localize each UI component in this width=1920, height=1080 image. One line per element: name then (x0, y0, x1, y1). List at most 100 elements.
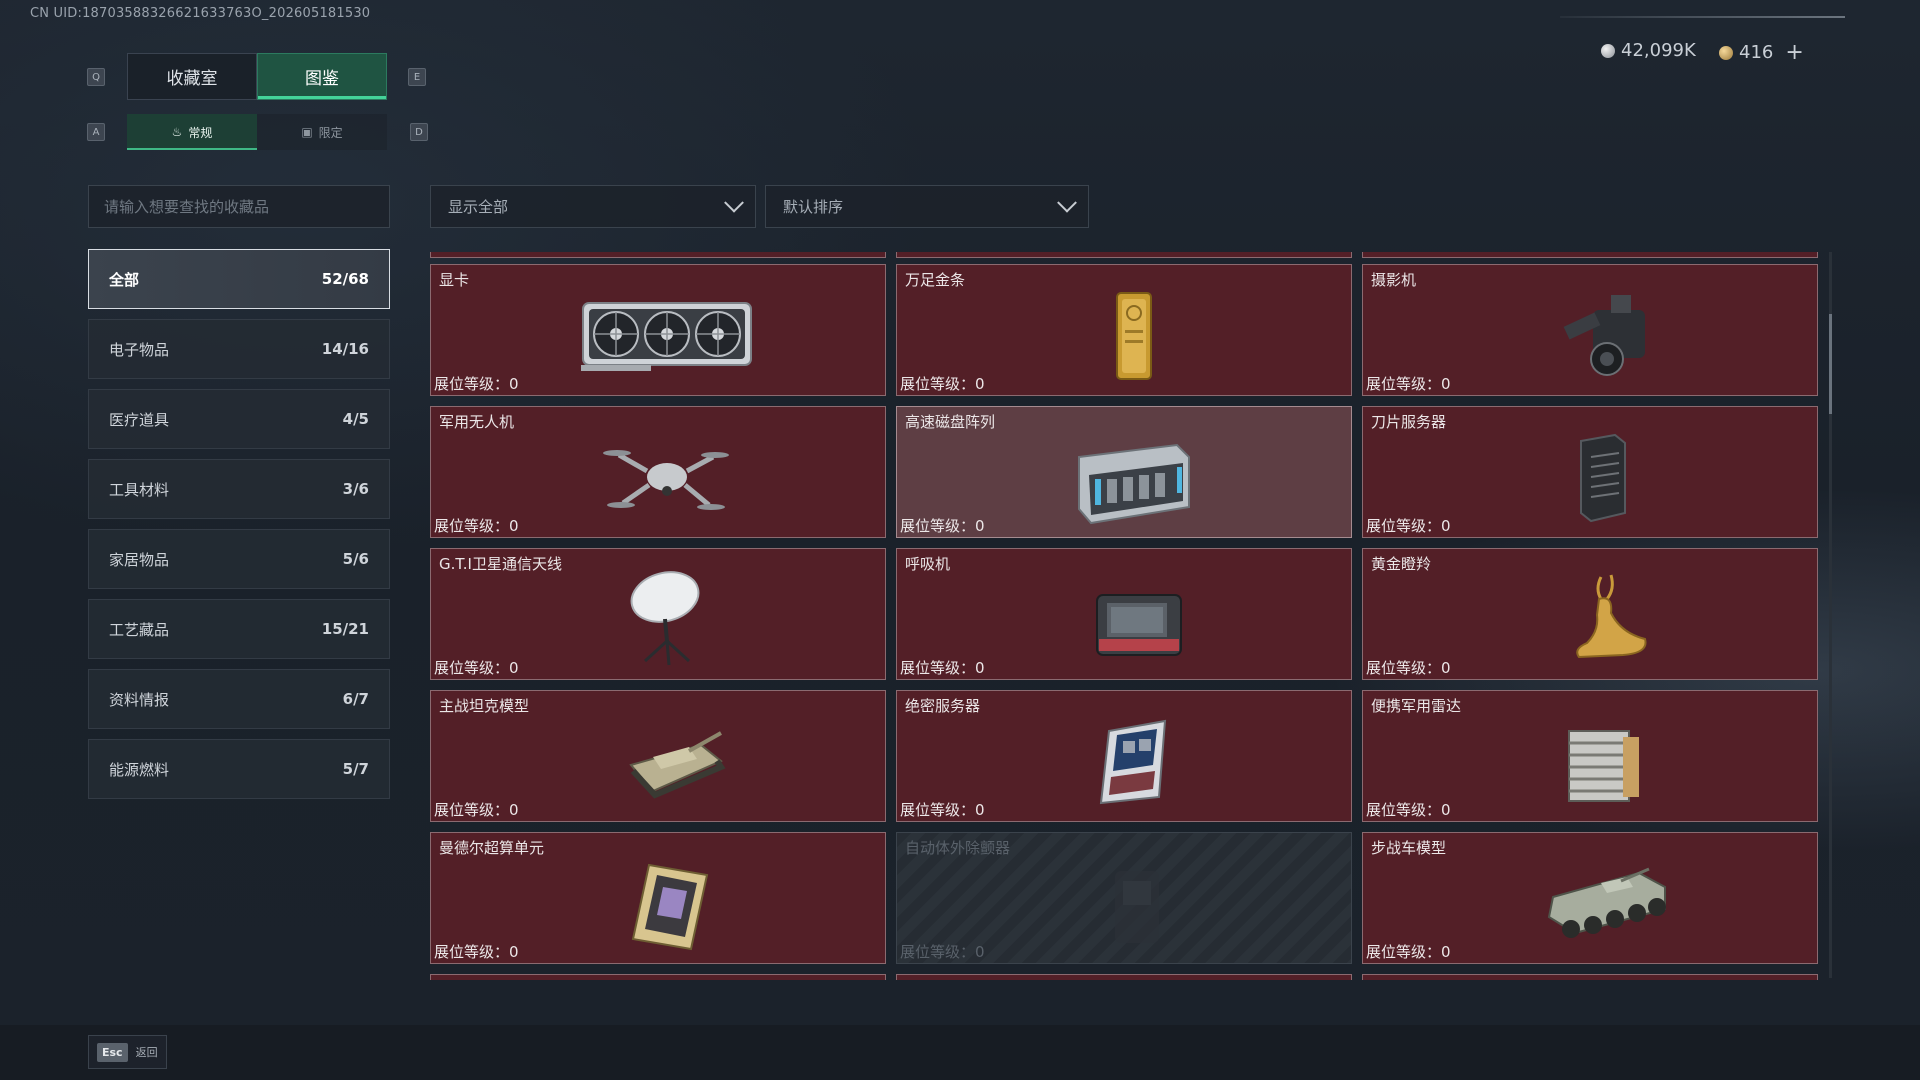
display-level: 展位等级：0 (900, 801, 985, 819)
item-card-camera[interactable]: 摄影机 展位等级：0 (1362, 264, 1818, 396)
server-icon (1099, 719, 1167, 805)
item-card-gold-bar[interactable]: 万足金条 展位等级：0 (896, 264, 1352, 396)
next-tab-key[interactable]: E (408, 68, 426, 86)
category-label: 医疗道具 (109, 410, 170, 429)
back-label: 返回 (135, 1046, 158, 1059)
gold-coin-icon (1719, 45, 1733, 60)
item-name: 黄金瞪羚 (1371, 555, 1432, 573)
category-intel[interactable]: 资料情报 6/7 (88, 669, 390, 729)
partial-card-bottom (1362, 974, 1818, 980)
category-count: 5/6 (342, 550, 369, 568)
gold-amount: 416 (1739, 42, 1774, 63)
category-electronics[interactable]: 电子物品 14/16 (88, 319, 390, 379)
item-card-satellite-dish[interactable]: G.T.I卫星通信天线 展位等级：0 (430, 548, 886, 680)
display-level: 展位等级：0 (1366, 659, 1451, 677)
gold-balance: 416 + (1719, 40, 1804, 65)
item-name: 摄影机 (1371, 271, 1417, 289)
item-card-drone[interactable]: 军用无人机 展位等级：0 (430, 406, 886, 538)
sort-label: 默认排序 (783, 198, 844, 216)
category-label: 工艺藏品 (109, 620, 170, 639)
category-count: 6/7 (342, 690, 369, 708)
item-name: 刀片服务器 (1371, 413, 1447, 431)
category-household[interactable]: 家居物品 5/6 (88, 529, 390, 589)
blade-server-icon (1580, 433, 1626, 523)
add-currency-button[interactable]: + (1785, 40, 1803, 65)
partial-card-top (896, 252, 1352, 258)
display-level: 展位等级：0 (900, 375, 985, 393)
item-card-defibrillator-locked[interactable]: 自动体外除颤器 展位等级：0 (896, 832, 1352, 964)
category-count: 14/16 (321, 340, 369, 358)
back-button[interactable]: Esc 返回 (88, 1035, 167, 1069)
drone-icon (603, 450, 729, 510)
display-level: 展位等级：0 (434, 943, 519, 961)
bottom-bar (0, 1025, 1920, 1080)
category-tools[interactable]: 工具材料 3/6 (88, 459, 390, 519)
category-label: 家居物品 (109, 550, 170, 569)
item-name: 显卡 (439, 271, 470, 289)
player-uid: CN UID:18703588326621633763O_20260518153… (30, 6, 371, 21)
grid-scrollbar-thumb[interactable] (1829, 314, 1832, 414)
sort-dropdown[interactable]: 默认排序 (765, 185, 1089, 228)
tank-icon (629, 731, 726, 799)
defibrillator-icon (1115, 871, 1159, 943)
partial-card-bottom (430, 974, 886, 980)
subtab-regular[interactable]: ♨ 常规 (127, 114, 257, 150)
item-card-blade-server[interactable]: 刀片服务器 展位等级：0 (1362, 406, 1818, 538)
item-card-ventilator[interactable]: 呼吸机 展位等级：0 (896, 548, 1352, 680)
category-count: 15/21 (321, 620, 369, 638)
silver-amount: 42,099K (1621, 40, 1696, 61)
item-name: 万足金条 (905, 271, 966, 289)
subtab-limited-label: 限定 (318, 125, 343, 140)
item-name: 绝密服务器 (905, 697, 981, 715)
partial-card-top (430, 252, 886, 258)
camera-icon (1563, 295, 1645, 376)
item-card-tank[interactable]: 主战坦克模型 展位等级：0 (430, 690, 886, 822)
search-input[interactable]: 请输入想要查找的收藏品 (88, 185, 390, 228)
gold-bar-icon (1116, 292, 1152, 380)
item-card-radar[interactable]: 便携军用雷达 展位等级：0 (1362, 690, 1818, 822)
esc-key: Esc (97, 1042, 128, 1062)
item-card-graphics-card[interactable]: 显卡 展位等级：0 (430, 264, 886, 396)
cpu-unit-icon (631, 863, 709, 951)
item-card-disk-array[interactable]: 高速磁盘阵列 展位等级：0 (896, 406, 1352, 538)
silver-balance: 42,099K (1601, 40, 1696, 61)
radar-icon (1568, 730, 1639, 802)
partial-card-top (1362, 252, 1818, 258)
disk-array-icon (1078, 443, 1190, 525)
subtab-limited[interactable]: ▣ 限定 (257, 114, 387, 150)
item-name: 步战车模型 (1371, 839, 1447, 857)
item-name: 便携军用雷达 (1371, 697, 1462, 715)
graphics-card-icon (581, 302, 752, 371)
item-card-server[interactable]: 绝密服务器 展位等级：0 (896, 690, 1352, 822)
display-level: 展位等级：0 (1366, 517, 1451, 535)
tab-codex[interactable]: 图鉴 (257, 53, 387, 100)
item-card-cpu-unit[interactable]: 曼德尔超算单元 展位等级：0 (430, 832, 886, 964)
item-name: 曼德尔超算单元 (439, 839, 545, 857)
display-level: 展位等级：0 (434, 801, 519, 819)
prev-tab-key[interactable]: Q (87, 68, 105, 86)
display-level: 展位等级：0 (1366, 801, 1451, 819)
silver-coin-icon (1601, 43, 1615, 58)
display-level: 展位等级：0 (900, 517, 985, 535)
category-count: 5/7 (342, 760, 369, 778)
category-list: 全部 52/68 电子物品 14/16 医疗道具 4/5 工具材料 3/6 家居物品 5/… (88, 249, 390, 809)
item-name: G.T.I卫星通信天线 (439, 555, 562, 573)
display-level: 展位等级：0 (1366, 943, 1451, 961)
category-label: 资料情报 (109, 690, 170, 709)
chevron-down-icon (724, 192, 744, 213)
category-energy[interactable]: 能源燃料 5/7 (88, 739, 390, 799)
category-medical[interactable]: 医疗道具 4/5 (88, 389, 390, 449)
item-card-ifv[interactable]: 步战车模型 展位等级：0 (1362, 832, 1818, 964)
item-card-gold-gazelle[interactable]: 黄金瞪羚 展位等级：0 (1362, 548, 1818, 680)
category-all[interactable]: 全部 52/68 (88, 249, 390, 309)
filter-label: 显示全部 (448, 198, 509, 216)
display-level: 展位等级：0 (1366, 375, 1451, 393)
item-name: 主战坦克模型 (439, 697, 530, 715)
next-subtab-key[interactable]: D (410, 123, 428, 141)
item-name: 军用无人机 (439, 413, 515, 431)
category-crafts[interactable]: 工艺藏品 15/21 (88, 599, 390, 659)
tab-collection-room[interactable]: 收藏室 (127, 53, 257, 100)
item-name: 呼吸机 (905, 555, 951, 573)
prev-subtab-key[interactable]: A (87, 123, 105, 141)
filter-dropdown[interactable]: 显示全部 (430, 185, 756, 228)
